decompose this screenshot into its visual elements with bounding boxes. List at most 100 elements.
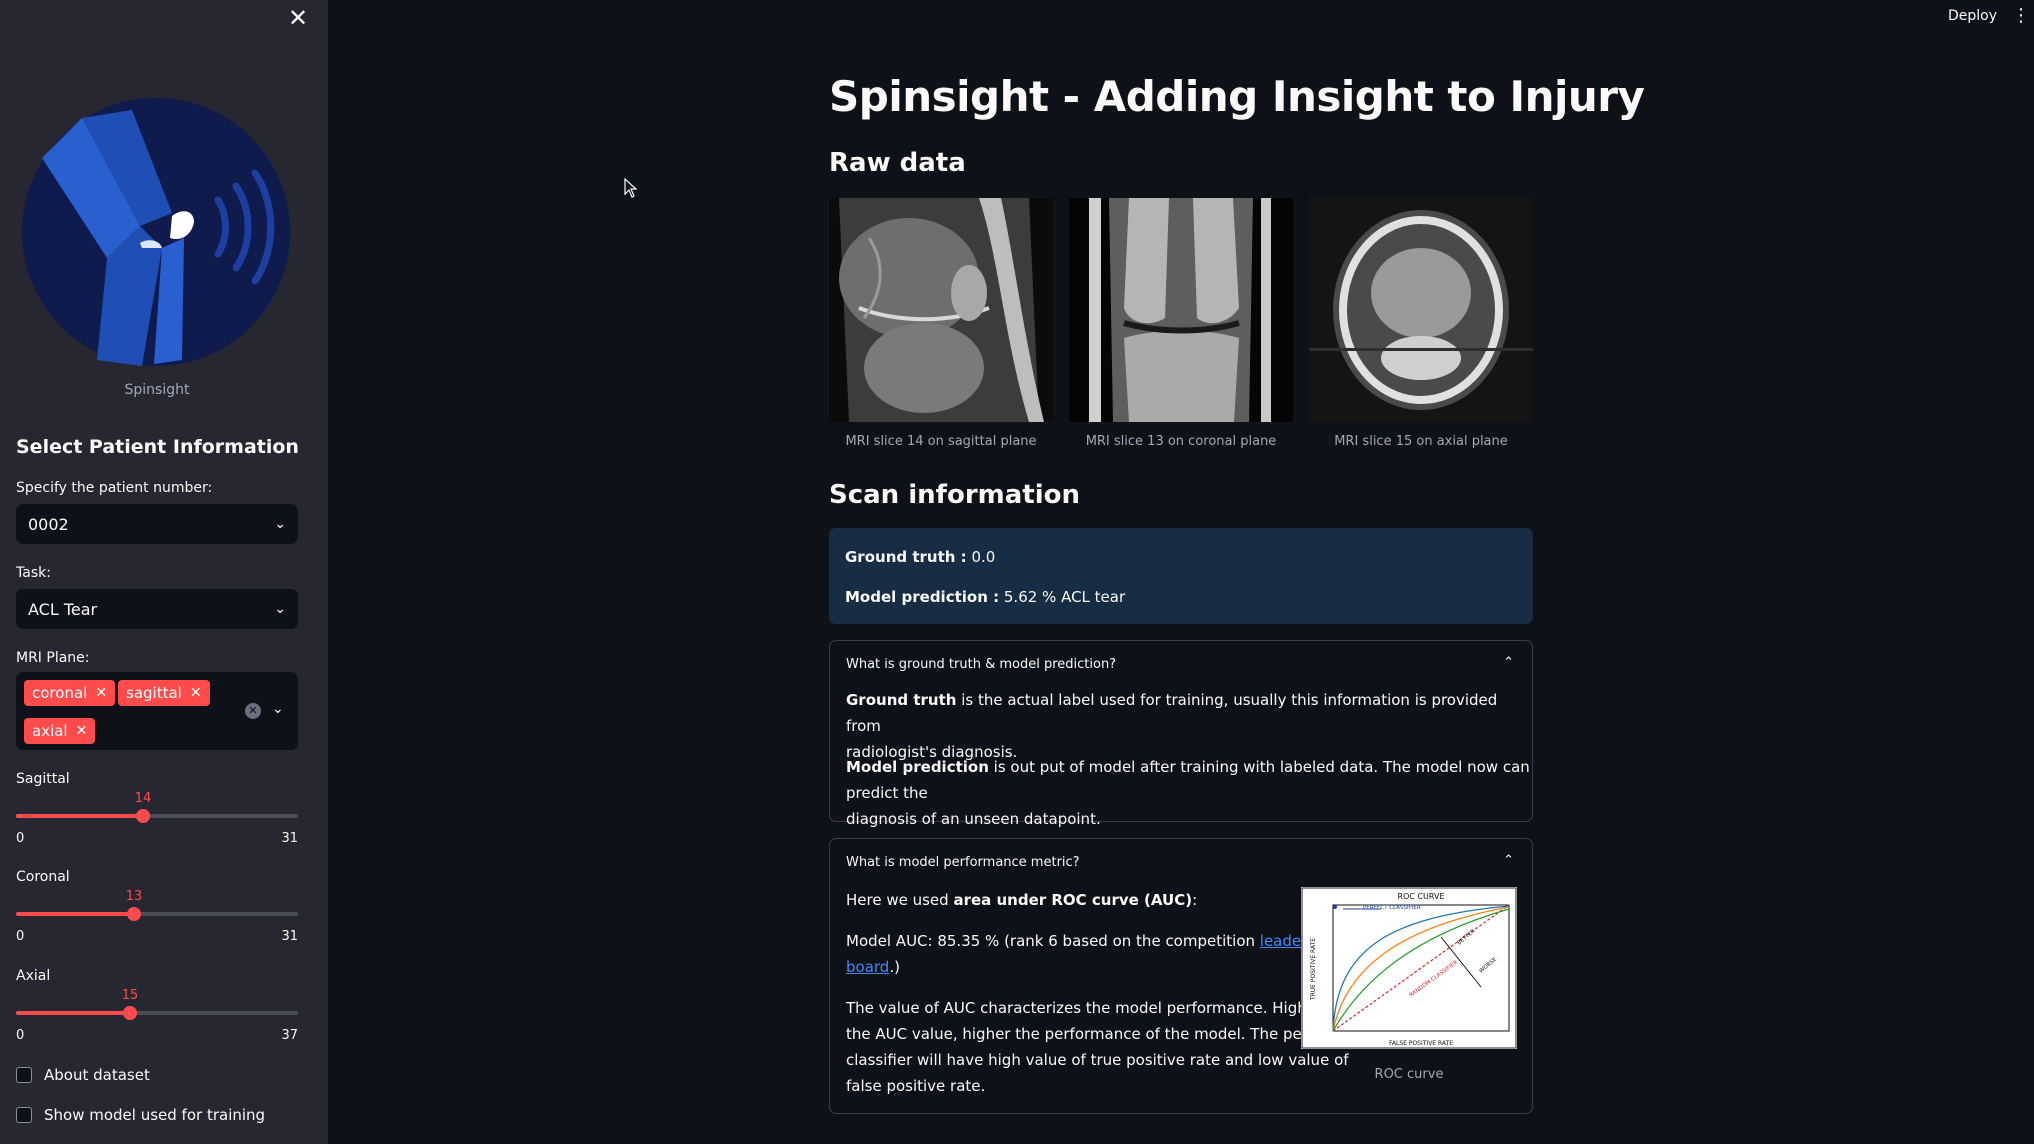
- slider-min: 0: [16, 929, 25, 944]
- checkbox-box[interactable]: [16, 1107, 32, 1123]
- model-prediction-description: Model prediction is out put of model aft…: [846, 754, 1532, 832]
- deploy-button[interactable]: Deploy: [1948, 8, 1997, 24]
- roc-ylabel: TRUE POSITIVE RATE: [1310, 938, 1317, 1001]
- scan-info-box: Ground truth : 0.0 Model prediction : 5.…: [829, 528, 1533, 624]
- mp-line2: diagnosis of an unseen datapoint.: [846, 810, 1101, 828]
- coronal-slider-label: Coronal: [16, 869, 70, 885]
- axial-slider-value: 15: [121, 988, 139, 1003]
- prediction-line: Model prediction : 5.62 % ACL tear: [845, 588, 1125, 606]
- checkbox-label: About dataset: [44, 1066, 150, 1084]
- mri-plane-label: MRI Plane:: [16, 650, 90, 666]
- patient-number-label: Specify the patient number:: [16, 480, 213, 496]
- mri-coronal-image: [1069, 198, 1293, 422]
- coronal-slider-value: 13: [125, 889, 143, 904]
- tag-label: coronal: [32, 684, 88, 702]
- slider-fill: [16, 912, 134, 916]
- patient-number-select[interactable]: 0002 ⌄: [16, 504, 298, 544]
- mp-term: Model prediction: [846, 758, 989, 776]
- chevron-up-icon[interactable]: ⌃: [1503, 853, 1514, 868]
- show-model-checkbox[interactable]: Show model used for training: [16, 1106, 265, 1124]
- mri-axial-image: [1309, 198, 1533, 422]
- auc-desc-line: false positive rate.: [846, 1077, 986, 1095]
- sidebar-header: Select Patient Information: [16, 436, 299, 458]
- slider-max: 37: [281, 1028, 298, 1043]
- performance-metric-expander: What is model performance metric? ⌃ Here…: [829, 838, 1533, 1114]
- about-dataset-checkbox[interactable]: About dataset: [16, 1066, 150, 1084]
- auc-text-post: .): [889, 958, 900, 976]
- slider-min: 0: [16, 831, 25, 846]
- roc-perfect-label: PERFECT CLASSIFIER: [1363, 905, 1421, 911]
- axial-slider-label: Axial: [16, 968, 51, 984]
- remove-tag-icon[interactable]: ✕: [76, 723, 88, 739]
- prediction-label: Model prediction :: [845, 588, 1000, 606]
- auc-term: area under ROC curve (AUC): [953, 891, 1193, 909]
- auc-text-pre: Model AUC: 85.35 % (rank 6 based on the …: [846, 932, 1260, 950]
- auc-intro: Here we used area under ROC curve (AUC):: [846, 887, 1197, 913]
- leaderboard-link[interactable]: board: [846, 958, 889, 976]
- patient-number-value: 0002: [28, 514, 69, 534]
- slider-thumb[interactable]: [127, 907, 141, 921]
- slider-fill: [16, 814, 143, 818]
- slider-thumb[interactable]: [136, 809, 150, 823]
- slider-min: 0: [16, 1028, 25, 1043]
- mri-coronal-caption: MRI slice 13 on coronal plane: [1085, 434, 1277, 449]
- auc-intro-post: :: [1192, 891, 1198, 909]
- logo-caption: Spinsight: [124, 382, 190, 398]
- slider-max: 31: [281, 831, 298, 846]
- mouse-cursor-icon: [624, 177, 638, 202]
- expander-header[interactable]: What is model performance metric?: [846, 855, 1080, 870]
- remove-tag-icon[interactable]: ✕: [190, 685, 202, 701]
- task-value: ACL Tear: [28, 599, 98, 619]
- ground-truth-line: Ground truth : 0.0: [845, 548, 995, 566]
- prediction-value: 5.62 % ACL tear: [1003, 588, 1126, 606]
- checkbox-box[interactable]: [16, 1067, 32, 1083]
- slider-max: 31: [281, 929, 298, 944]
- raw-data-header: Raw data: [829, 148, 966, 178]
- roc-curve-image: ROC CURVE FALSE POSITIVE RATE TRUE POSIT…: [1301, 887, 1517, 1049]
- scan-info-header: Scan information: [829, 480, 1081, 510]
- slider-fill: [16, 1011, 130, 1015]
- task-label: Task:: [16, 565, 51, 581]
- coronal-slider[interactable]: [16, 907, 298, 921]
- expander-header[interactable]: What is ground truth & model prediction?: [846, 657, 1116, 672]
- task-select[interactable]: ACL Tear ⌄: [16, 589, 298, 629]
- sidebar: ✕ Spinsight Select Patient Information S…: [0, 0, 328, 1144]
- tag-label: sagittal: [126, 684, 182, 702]
- auc-desc-line: classifier will have high value of true …: [846, 1051, 1349, 1069]
- sagittal-slider[interactable]: [16, 809, 298, 823]
- roc-xlabel: FALSE POSITIVE RATE: [1389, 1040, 1453, 1047]
- mri-plane-multiselect[interactable]: coronal ✕ sagittal ✕ axial ✕ ✕ ⌄: [16, 672, 298, 750]
- axial-slider[interactable]: [16, 1006, 298, 1020]
- clear-all-icon[interactable]: ✕: [245, 703, 261, 719]
- auc-description: The value of AUC characterizes the model…: [846, 995, 1349, 1099]
- roc-curve-caption: ROC curve: [1374, 1067, 1444, 1082]
- chevron-down-icon[interactable]: ⌄: [272, 701, 284, 717]
- ground-truth-expander: What is ground truth & model prediction?…: [829, 640, 1533, 828]
- ground-truth-value: 0.0: [971, 548, 996, 566]
- app-window: ✕ Spinsight Select Patient Information S…: [0, 0, 2034, 1144]
- mri-sagittal-caption: MRI slice 14 on sagittal plane: [845, 434, 1037, 449]
- slider-thumb[interactable]: [123, 1006, 137, 1020]
- roc-title: ROC CURVE: [1397, 892, 1444, 901]
- tag-sagittal[interactable]: sagittal ✕: [118, 680, 210, 706]
- sagittal-slider-value: 14: [134, 791, 152, 806]
- remove-tag-icon[interactable]: ✕: [95, 685, 107, 701]
- mri-sagittal-image: [829, 198, 1053, 422]
- sagittal-slider-label: Sagittal: [16, 771, 70, 787]
- chevron-up-icon[interactable]: ⌃: [1503, 655, 1514, 670]
- close-icon[interactable]: ✕: [286, 6, 310, 30]
- page-title: Spinsight - Adding Insight to Injury: [829, 72, 1645, 121]
- chevron-down-icon: ⌄: [274, 601, 286, 617]
- chevron-down-icon: ⌄: [274, 516, 286, 532]
- auc-desc-line: The value of AUC characterizes the model…: [846, 999, 1323, 1017]
- kebab-menu-icon[interactable]: ⋮: [2012, 4, 2030, 28]
- gt-term: Ground truth: [846, 691, 957, 709]
- tag-axial[interactable]: axial ✕: [24, 718, 96, 744]
- ground-truth-label: Ground truth :: [845, 548, 967, 566]
- tag-coronal[interactable]: coronal ✕: [24, 680, 116, 706]
- auc-intro-pre: Here we used: [846, 891, 954, 909]
- auc-desc-line: the AUC value, higher the performance of…: [846, 1025, 1337, 1043]
- model-auc-text: Model AUC: 85.35 % (rank 6 based on the …: [846, 928, 1307, 980]
- tag-label: axial: [32, 722, 68, 740]
- checkbox-label: Show model used for training: [44, 1106, 266, 1124]
